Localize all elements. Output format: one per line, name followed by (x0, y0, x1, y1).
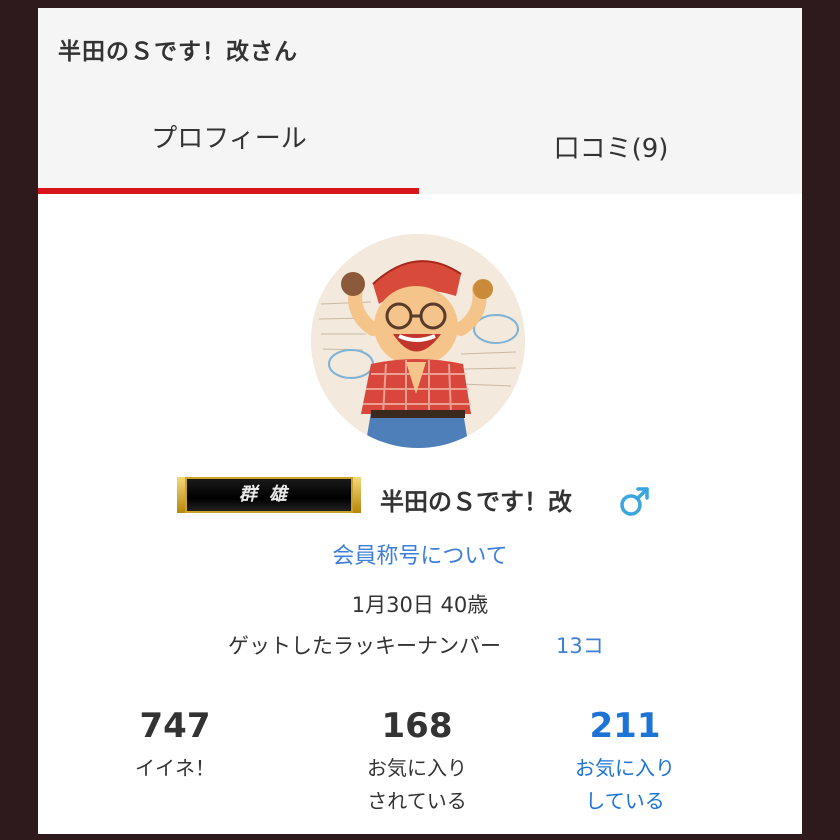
profile-card: 半田のＳです！改さん プロフィール 口コミ(9) 群雄 半田のＳです！改 会員称… (38, 8, 802, 834)
stat-favorited-by: 168 お気に入り されている (317, 706, 517, 818)
stat-likes-label: イイネ！ (135, 756, 215, 780)
username: 半田のＳです！改 (380, 488, 572, 516)
stat-favoriting-label: お気に入り している (525, 752, 725, 818)
lucky-number-label: ゲットしたラッキーナンバー (228, 634, 501, 658)
tab-reviews[interactable]: 口コミ(9) (420, 118, 802, 194)
page-title: 半田のＳです！改さん (58, 39, 298, 65)
birthday-age: 1月30日 40歳 (351, 593, 489, 617)
member-title-link[interactable]: 会員称号について (38, 538, 802, 570)
stat-favorited-by-label-line1: お気に入り (367, 756, 467, 780)
stat-likes: 747 イイネ！ (75, 706, 275, 785)
stat-favoriting-label-line2: している (585, 789, 665, 813)
rank-badge: 群雄 (177, 477, 361, 513)
stat-likes-value: 747 (139, 706, 211, 746)
stat-favoriting-label-line1: お気に入り (575, 756, 675, 780)
male-icon (620, 487, 649, 516)
avatar (311, 234, 525, 448)
active-tab-indicator (38, 188, 419, 194)
stat-favorited-by-label: お気に入り されている (317, 752, 517, 818)
stat-favorited-by-label-line2: されている (367, 789, 467, 813)
stat-favorited-by-value: 168 (381, 706, 453, 746)
tab-reviews-label: 口コミ(9) (553, 134, 669, 164)
avatar-illustration (311, 234, 525, 448)
tab-profile[interactable]: プロフィール (38, 118, 420, 194)
page-header: 半田のＳです！改さん プロフィール 口コミ(9) (38, 8, 802, 194)
lucky-number-count[interactable]: 13コ (556, 630, 604, 660)
stat-favoriting-value: 211 (589, 706, 661, 746)
stat-favoriting[interactable]: 211 お気に入り している (525, 706, 725, 818)
tab-profile-label: プロフィール (151, 124, 307, 154)
